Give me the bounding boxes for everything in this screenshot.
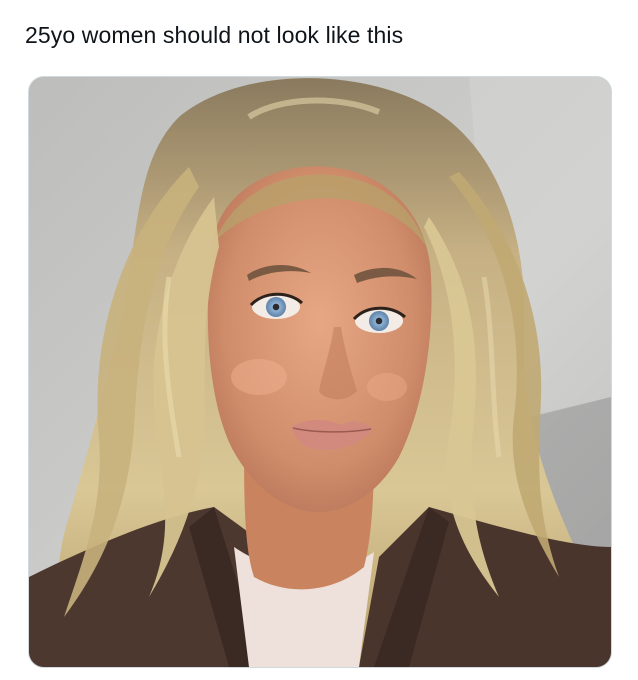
post-text: 25yo women should not look like this (25, 22, 404, 48)
post-media-image[interactable] (28, 76, 612, 668)
selfie-photo (29, 77, 611, 667)
